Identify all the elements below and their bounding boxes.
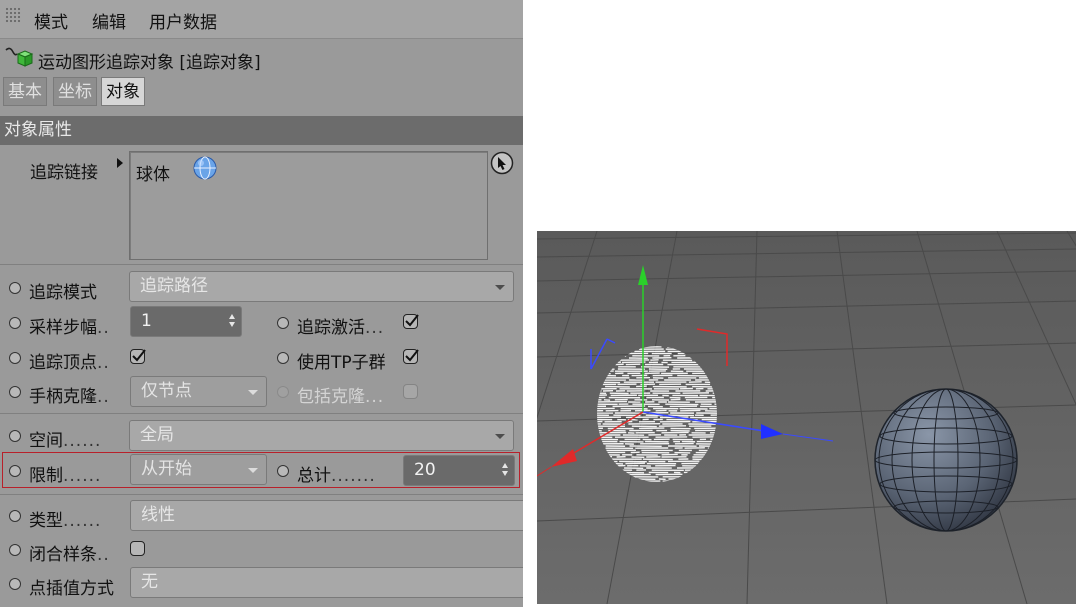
close-spline-label: 闭合样条.. [29, 545, 110, 565]
divider [0, 413, 523, 414]
interpolation-dropdown[interactable]: 无 [130, 567, 523, 598]
menu-mode[interactable]: 模式 [34, 8, 68, 33]
trace-mode-dropdown[interactable]: 追踪路径 [129, 271, 514, 302]
animate-radio-close-spline[interactable] [9, 544, 21, 556]
trace-mode-label: 追踪模式 [29, 283, 97, 303]
section-header-object-properties: 对象属性 [0, 116, 523, 145]
animate-radio-trace-vertices[interactable] [9, 352, 21, 364]
limit-label: 限制...... [29, 466, 102, 486]
space-label: 空间...... [29, 431, 102, 451]
expand-triangle-icon[interactable] [117, 158, 123, 168]
divider [0, 494, 523, 495]
spinner-arrows-icon[interactable] [502, 463, 509, 477]
checkmark-icon [405, 314, 419, 327]
trace-link-list[interactable] [129, 151, 488, 260]
trace-link-item-name[interactable]: 球体 [136, 160, 170, 185]
handle-clone-label: 手柄克隆.. [29, 387, 110, 407]
chevron-down-icon [248, 468, 258, 473]
animate-radio-interpolation[interactable] [9, 578, 21, 590]
object-title: 运动图形追踪对象 [追踪对象] [38, 53, 261, 73]
interpolation-label: 点插值方式 [29, 579, 114, 599]
panel-grip-icon[interactable] [5, 7, 21, 23]
trace-active-label: 追踪激活... [297, 318, 385, 338]
divider [0, 264, 523, 265]
limit-dropdown[interactable]: 从开始 [130, 454, 267, 485]
animate-radio-trace-mode[interactable] [9, 282, 21, 294]
checkmark-icon [405, 349, 419, 362]
animate-radio-include-clone[interactable] [277, 386, 289, 398]
viewport-scene [537, 231, 1076, 604]
include-clone-label: 包括克隆... [297, 387, 385, 407]
animate-radio-use-tp-groups[interactable] [277, 352, 289, 364]
chevron-down-icon [248, 390, 258, 395]
tab-basic[interactable]: 基本 [3, 77, 47, 106]
sample-step-label: 采样步幅.. [29, 318, 110, 338]
total-label: 总计....... [297, 466, 376, 486]
sample-step-value: 1 [141, 311, 152, 331]
sphere-mesh [874, 388, 1018, 532]
animate-radio-limit[interactable] [9, 465, 21, 477]
checkmark-icon [132, 349, 146, 362]
type-value: 线性 [141, 505, 175, 525]
chevron-down-icon [495, 434, 505, 439]
animate-radio-type[interactable] [9, 510, 21, 522]
use-tp-groups-checkbox[interactable] [403, 349, 419, 364]
attribute-manager-panel: 模式 编辑 用户数据 运动图形追踪对象 [追踪对象] 基本 坐标 对象 对象属性… [0, 0, 523, 607]
trace-vertices-label: 追踪顶点.. [29, 353, 110, 373]
tab-coordinates[interactable]: 坐标 [53, 77, 97, 106]
menu-edit[interactable]: 编辑 [92, 8, 126, 33]
total-input[interactable]: 20 [403, 455, 515, 486]
trace-link-label: 追踪链接 [30, 163, 98, 183]
use-tp-groups-label: 使用TP子群 [297, 353, 386, 373]
3d-viewport[interactable] [537, 231, 1076, 604]
close-spline-checkbox[interactable] [130, 541, 145, 556]
animate-radio-sample-step[interactable] [9, 317, 21, 329]
trace-vertices-checkbox[interactable] [130, 349, 146, 364]
animate-radio-total[interactable] [277, 465, 289, 477]
type-label: 类型...... [29, 511, 102, 531]
sphere-object-icon [193, 156, 217, 180]
handle-clone-value: 仅节点 [141, 381, 192, 401]
handle-clone-dropdown[interactable]: 仅节点 [130, 376, 267, 407]
animate-radio-handle-clone[interactable] [9, 386, 21, 398]
chevron-down-icon [495, 285, 505, 290]
tab-object[interactable]: 对象 [101, 77, 145, 106]
menu-bar: 模式 编辑 用户数据 [0, 0, 523, 39]
menu-user-data[interactable]: 用户数据 [149, 8, 217, 33]
trace-mode-value: 追踪路径 [140, 276, 208, 296]
include-clone-checkbox[interactable] [403, 384, 418, 399]
sample-step-input[interactable]: 1 [130, 306, 242, 337]
animate-radio-trace-active[interactable] [277, 317, 289, 329]
animate-radio-space[interactable] [9, 430, 21, 442]
type-dropdown[interactable]: 线性 [130, 500, 523, 531]
interpolation-value: 无 [141, 572, 158, 592]
total-value: 20 [414, 460, 436, 480]
space-value: 全局 [140, 425, 174, 445]
limit-value: 从开始 [141, 459, 192, 479]
tracer-object-icon [5, 47, 34, 67]
pick-object-cursor-icon[interactable] [490, 151, 514, 175]
space-dropdown[interactable]: 全局 [129, 420, 514, 451]
spinner-arrows-icon[interactable] [229, 314, 236, 328]
trace-active-checkbox[interactable] [403, 314, 419, 329]
